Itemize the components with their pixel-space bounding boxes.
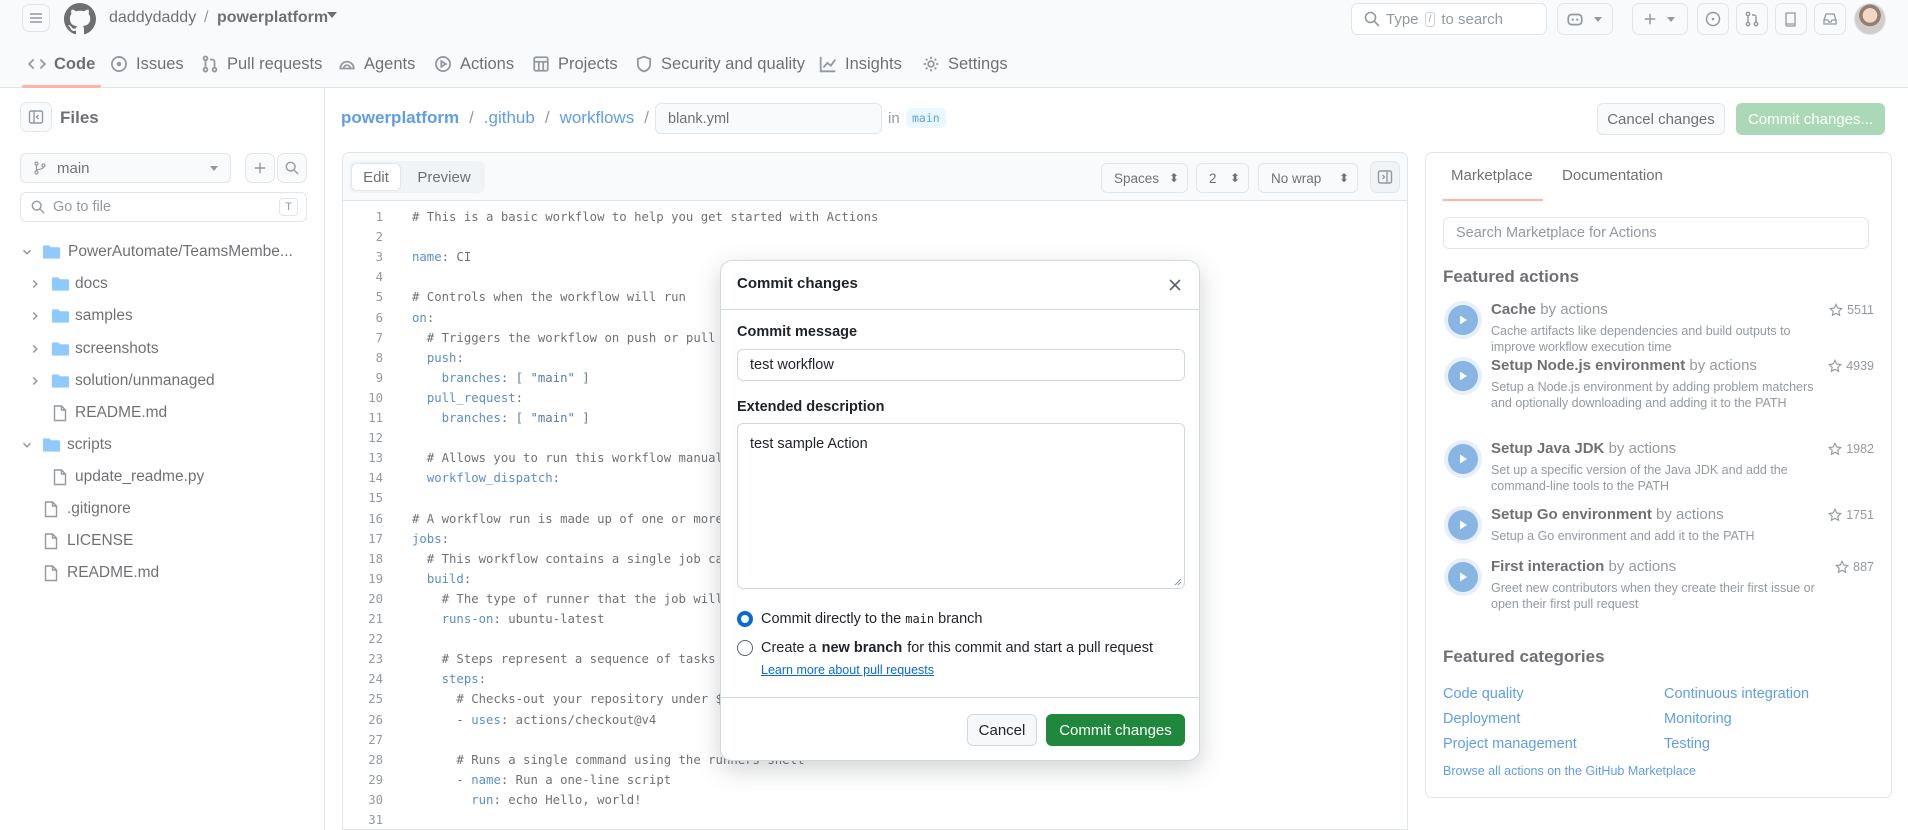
commit-direct-radio-option[interactable]: Commit directly to the main branch (737, 609, 982, 629)
close-button[interactable] (1161, 271, 1189, 299)
commit-dialog: Commit changes Commit message test workf… (720, 260, 1200, 761)
new-branch-radio-option[interactable]: Create a new branch for this commit and … (737, 638, 1153, 658)
extended-description-label: Extended description (737, 399, 885, 415)
branch-code: main (905, 612, 935, 626)
dialog-footer-divider (721, 697, 1199, 698)
option-text: Commit directly to the (761, 611, 902, 627)
dialog-cancel-button[interactable]: Cancel (967, 714, 1037, 746)
option-bold: new branch (821, 640, 903, 656)
commit-message-value: test workflow (750, 357, 834, 373)
radio-unchecked[interactable] (737, 640, 753, 656)
learn-more-link[interactable]: Learn more about pull requests (761, 663, 934, 677)
extended-description-value: test sample Action (750, 436, 868, 452)
dialog-header-divider (721, 309, 1199, 310)
dialog-commit-button[interactable]: Commit changes (1046, 714, 1185, 746)
extended-description-textarea[interactable]: test sample Action (737, 423, 1185, 589)
commit-message-label: Commit message (737, 324, 858, 340)
close-icon (1169, 279, 1181, 291)
option-text: for this commit and start a pull request (907, 640, 1154, 656)
option-text: branch (938, 611, 983, 627)
option-text: Create a (761, 640, 817, 656)
radio-checked[interactable] (737, 611, 753, 627)
resize-handle-icon[interactable] (1174, 578, 1182, 586)
commit-message-input[interactable]: test workflow (737, 349, 1185, 381)
dialog-title: Commit changes (737, 275, 858, 292)
